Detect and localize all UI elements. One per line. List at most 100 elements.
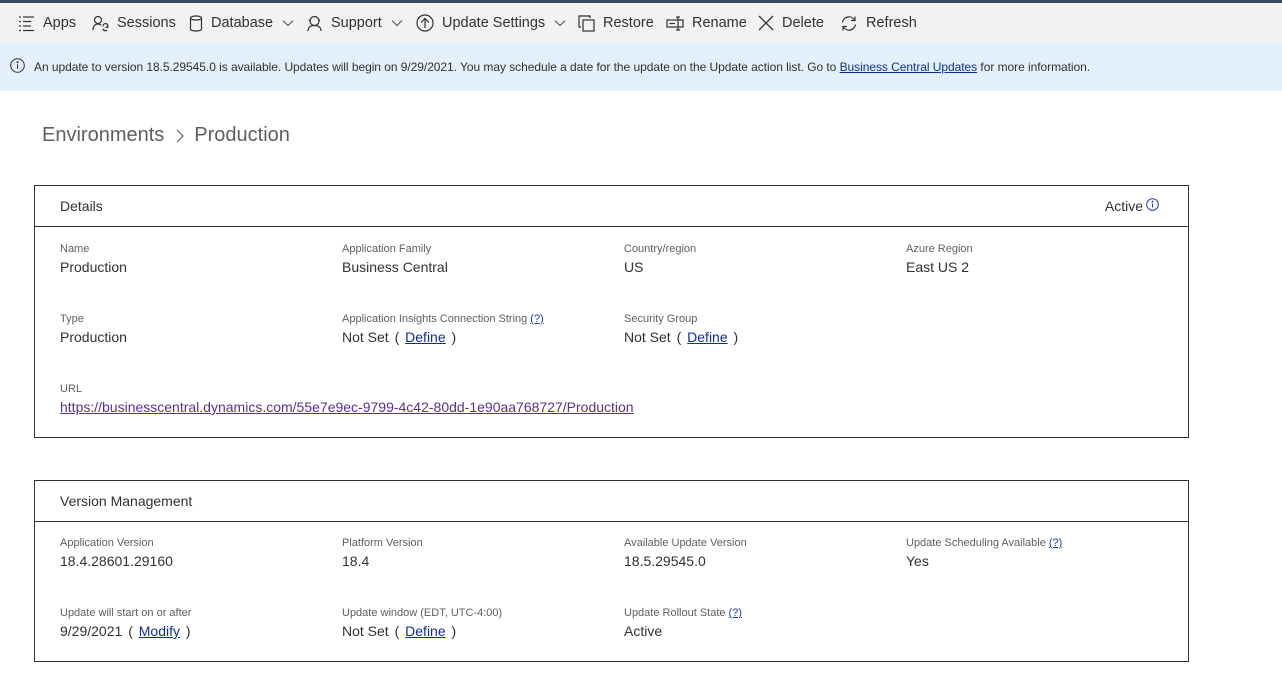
paren-close: ) [185, 623, 191, 639]
update-start-date: 9/29/2021 [60, 623, 123, 639]
rename-label: Rename [692, 15, 747, 31]
database-label: Database [211, 15, 274, 31]
banner-text-after: for more information. [977, 60, 1091, 74]
details-header: Details Active [35, 186, 1188, 227]
available-update-version-label: Available Update Version [624, 537, 747, 549]
restore-label: Restore [603, 15, 654, 31]
platform-version-label: Platform Version [342, 537, 423, 549]
sessions-label: Sessions [117, 15, 176, 31]
environment-status: Active [1105, 198, 1159, 214]
application-version-label: Application Version [60, 537, 154, 549]
support-label: Support [331, 15, 382, 31]
support-icon [306, 15, 323, 32]
list-icon [18, 15, 35, 32]
name-label: Name [60, 243, 90, 255]
update-scheduling-help-link[interactable]: (?) [1049, 537, 1062, 549]
country-region-value: US [624, 259, 644, 275]
country-region-field: Country/region US [624, 243, 696, 275]
update-settings-button[interactable]: Update Settings [416, 3, 566, 43]
version-management-header: Version Management [35, 481, 1188, 522]
command-bar: Apps Sessions Database Support Update Se… [0, 3, 1282, 43]
update-window-field: Update window (EDT, UTC-4:00) Not Set ( … [342, 607, 502, 639]
azure-region-label: Azure Region [906, 243, 973, 255]
support-button[interactable]: Support [306, 3, 403, 43]
banner-text-before: An update to version 18.5.29545.0 is ava… [34, 60, 840, 74]
banner-message: An update to version 18.5.29545.0 is ava… [34, 60, 1090, 74]
type-label: Type [60, 313, 84, 325]
breadcrumb: Environments Production [42, 124, 290, 147]
paren-open: ( [128, 623, 133, 639]
chevron-down-icon [554, 19, 566, 27]
application-version-value: 18.4.28601.29160 [60, 553, 173, 569]
azure-region-field: Azure Region East US 2 [906, 243, 973, 275]
chevron-right-icon [176, 129, 185, 143]
business-central-updates-link[interactable]: Business Central Updates [840, 60, 978, 74]
rename-button[interactable]: Rename [666, 3, 747, 43]
update-rollout-state-value: Active [624, 623, 663, 639]
environment-url-link[interactable]: https://businesscentral.dynamics.com/55e… [60, 399, 634, 415]
delete-button[interactable]: Delete [758, 3, 824, 43]
update-icon [416, 14, 434, 32]
delete-icon [758, 15, 774, 31]
chevron-down-icon [282, 19, 294, 27]
name-field: Name Production [60, 243, 127, 275]
update-info-banner: An update to version 18.5.29545.0 is ava… [0, 43, 1282, 91]
restore-button[interactable]: Restore [578, 3, 654, 43]
update-rollout-help-link[interactable]: (?) [729, 607, 742, 619]
application-family-label: Application Family [342, 243, 432, 255]
details-card: Details Active Name Production Applicati… [34, 185, 1189, 438]
platform-version-field: Platform Version 18.4 [342, 537, 423, 569]
application-version-field: Application Version 18.4.28601.29160 [60, 537, 173, 569]
sessions-button[interactable]: Sessions [92, 3, 188, 43]
app-insights-label-text: Application Insights Connection String [342, 313, 528, 325]
paren-open: ( [394, 623, 400, 639]
refresh-icon [840, 15, 858, 32]
paren-close: ) [733, 329, 739, 345]
restore-icon [578, 14, 595, 32]
security-group-value-text: Not Set [624, 329, 671, 345]
status-label: Active [1104, 198, 1143, 214]
app-insights-value: Not Set ( Define ) [342, 329, 544, 345]
version-management-title: Version Management [60, 493, 193, 509]
application-family-value: Business Central [342, 259, 448, 275]
url-field: URL https://businesscentral.dynamics.com… [60, 383, 634, 415]
update-window-value-text: Not Set [342, 623, 389, 639]
app-insights-define-link[interactable]: Define [405, 329, 445, 345]
update-scheduling-available-label: Update Scheduling Available (?) [906, 537, 1062, 549]
update-rollout-state-field: Update Rollout State (?) Active [624, 607, 742, 639]
update-window-define-link[interactable]: Define [405, 623, 445, 639]
update-start-label: Update will start on or after [60, 607, 192, 619]
available-update-version-value: 18.5.29545.0 [624, 553, 706, 569]
paren-open: ( [394, 329, 400, 345]
name-value: Production [60, 259, 127, 275]
paren-open: ( [676, 329, 682, 345]
breadcrumb-environments[interactable]: Environments [42, 124, 164, 147]
security-group-define-link[interactable]: Define [687, 329, 727, 345]
breadcrumb-current: Production [194, 124, 290, 146]
chevron-down-icon [391, 19, 403, 27]
info-icon [10, 58, 25, 76]
security-group-field: Security Group Not Set ( Define ) [624, 313, 740, 345]
security-group-label: Security Group [624, 313, 698, 325]
apps-label: Apps [43, 15, 77, 31]
application-family-field: Application Family Business Central [342, 243, 448, 275]
version-management-card: Version Management Application Version 1… [34, 480, 1189, 662]
update-rollout-state-label: Update Rollout State (?) [624, 607, 742, 619]
update-settings-label: Update Settings [442, 15, 546, 31]
type-field: Type Production [60, 313, 127, 345]
app-insights-help-link[interactable]: (?) [530, 313, 543, 325]
paren-close: ) [451, 623, 457, 639]
update-start-field: Update will start on or after 9/29/2021 … [60, 607, 193, 639]
app-insights-label: Application Insights Connection String (?… [342, 313, 544, 325]
database-button[interactable]: Database [189, 3, 294, 43]
info-icon[interactable] [1143, 198, 1159, 214]
update-window-label: Update window (EDT, UTC-4:00) [342, 607, 503, 619]
security-group-value: Not Set ( Define ) [624, 329, 740, 345]
update-window-value: Not Set ( Define ) [342, 623, 502, 639]
update-start-modify-link[interactable]: Modify [139, 623, 180, 639]
refresh-button[interactable]: Refresh [840, 3, 917, 43]
type-value: Production [60, 329, 127, 345]
apps-button[interactable]: Apps [18, 3, 76, 43]
available-update-version-field: Available Update Version 18.5.29545.0 [624, 537, 747, 569]
app-insights-value-text: Not Set [342, 329, 389, 345]
